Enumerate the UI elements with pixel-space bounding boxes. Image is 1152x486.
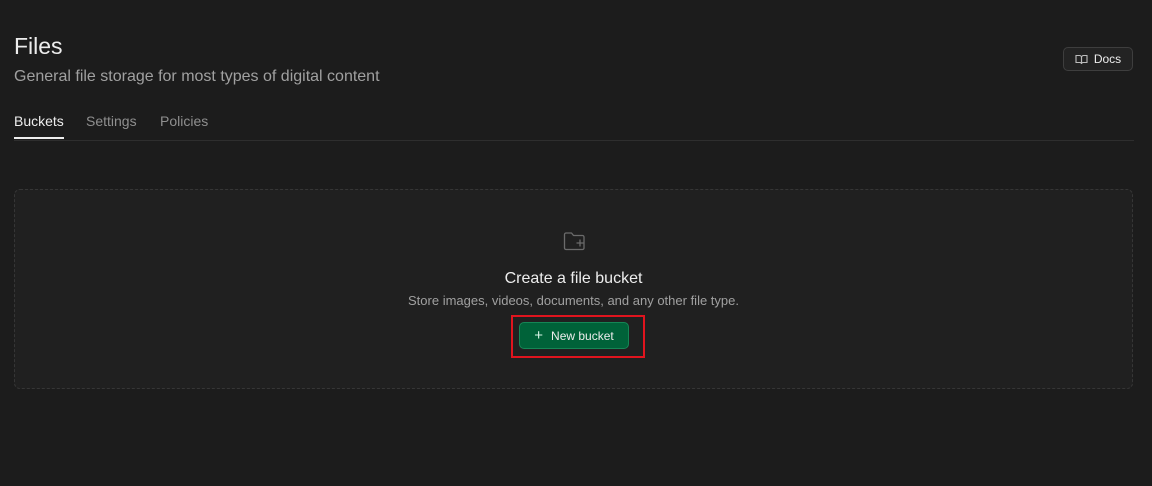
tab-settings[interactable]: Settings (86, 112, 137, 139)
docs-button[interactable]: Docs (1063, 47, 1133, 71)
folder-plus-icon (563, 231, 587, 253)
page-subtitle: General file storage for most types of d… (14, 68, 380, 85)
tab-policies[interactable]: Policies (160, 112, 208, 139)
new-bucket-label: New bucket (551, 328, 614, 343)
files-page: Files General file storage for most type… (0, 0, 1152, 486)
tab-bar: Buckets Settings Policies (14, 112, 1134, 141)
page-title: Files (14, 33, 63, 59)
book-open-icon (1075, 54, 1088, 65)
plus-icon: + (534, 326, 544, 344)
new-bucket-button[interactable]: + New bucket (519, 322, 629, 349)
docs-button-label: Docs (1093, 52, 1122, 66)
tab-buckets[interactable]: Buckets (14, 112, 64, 139)
empty-state-card: Create a file bucket Store images, video… (14, 189, 1133, 389)
empty-state-description: Store images, videos, documents, and any… (408, 293, 739, 308)
empty-state-title: Create a file bucket (504, 270, 643, 287)
